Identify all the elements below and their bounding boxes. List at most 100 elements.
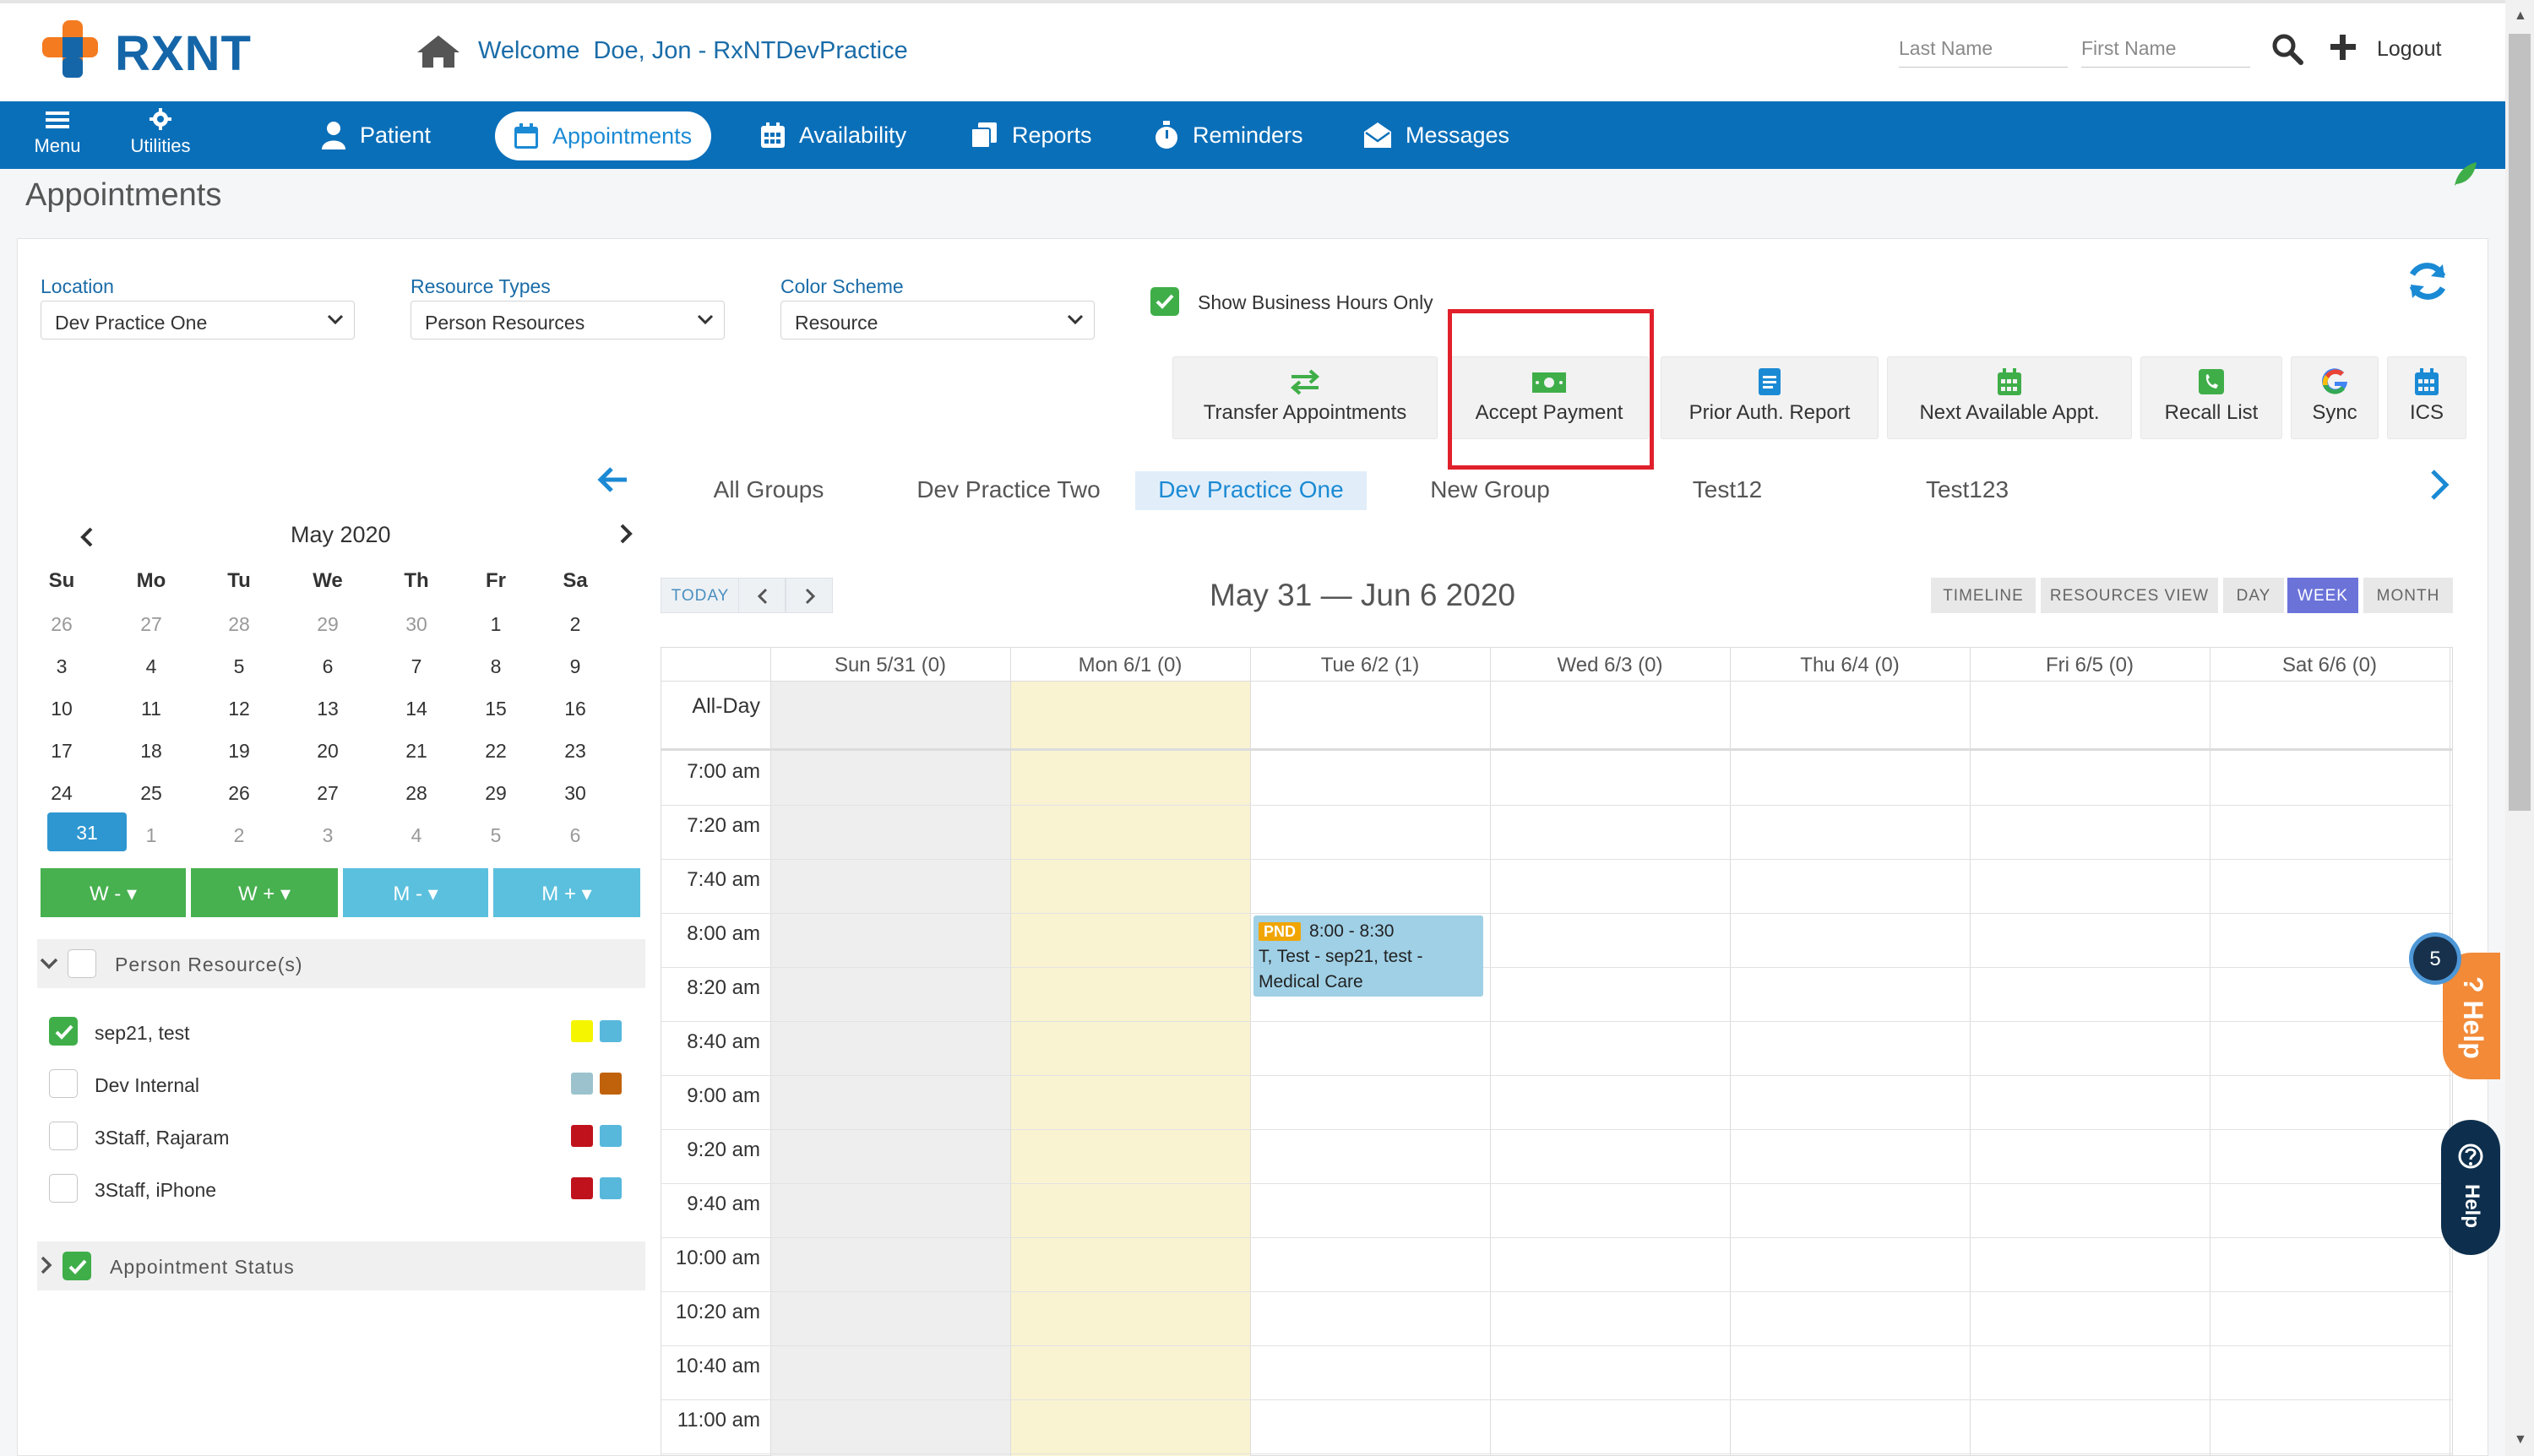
transfer-appointments-button[interactable]: Transfer Appointments <box>1172 356 1438 439</box>
nav-availability[interactable]: Availability <box>760 113 906 157</box>
last-name-input[interactable]: Last Name <box>1899 35 2068 68</box>
calendar-day[interactable]: 5 <box>214 655 264 678</box>
next-available-appt-button[interactable]: Next Available Appt. <box>1887 356 2132 439</box>
resource-types-select[interactable]: Person Resources <box>411 301 725 340</box>
chevron-right-icon[interactable] <box>39 1255 54 1275</box>
calendar-day[interactable]: 18 <box>126 740 177 763</box>
home-icon[interactable] <box>416 34 461 69</box>
calendar-day[interactable]: 3 <box>36 655 87 678</box>
calendar-day[interactable]: 27 <box>126 613 177 636</box>
calendar-day[interactable]: 10 <box>36 698 87 720</box>
refresh-icon[interactable] <box>2404 258 2451 305</box>
calendar-day[interactable]: 27 <box>302 782 353 805</box>
menu-button[interactable]: Menu <box>24 110 91 157</box>
first-name-input[interactable]: First Name <box>2081 35 2250 68</box>
calendar-day[interactable]: 16 <box>550 698 601 720</box>
calendar-day[interactable]: 22 <box>470 740 521 763</box>
ics-button[interactable]: ICS <box>2387 356 2466 439</box>
calendar-day[interactable]: 26 <box>36 613 87 636</box>
calendar-prev-button[interactable] <box>738 578 786 613</box>
resource-checkbox[interactable] <box>49 1069 78 1098</box>
search-icon[interactable] <box>2270 32 2304 66</box>
month-forward-button[interactable]: M + ▾ <box>493 868 640 917</box>
month-back-button[interactable]: M - ▾ <box>343 868 488 917</box>
prior-auth-report-button[interactable]: Prior Auth. Report <box>1661 356 1879 439</box>
calendar-day[interactable]: 6 <box>550 824 601 847</box>
calendar-day[interactable]: 23 <box>550 740 601 763</box>
calendar-day[interactable]: 2 <box>550 613 601 636</box>
group-tab-dev-practice-two[interactable]: Dev Practice Two <box>899 471 1118 510</box>
groups-prev-arrow-icon[interactable] <box>596 465 630 495</box>
mini-calendar-selected-day[interactable]: 31 <box>47 812 127 851</box>
appointment-event[interactable]: PND 8:00 - 8:30 T, Test - sep21, test - M… <box>1253 915 1483 997</box>
calendar-day[interactable]: 9 <box>550 655 601 678</box>
color-scheme-select[interactable]: Resource <box>780 301 1095 340</box>
recall-list-button[interactable]: Recall List <box>2140 356 2282 439</box>
calendar-day[interactable]: 8 <box>470 655 521 678</box>
view-timeline-button[interactable]: TIMELINE <box>1931 578 2036 613</box>
calendar-day[interactable]: 4 <box>391 824 442 847</box>
view-day-button[interactable]: DAY <box>2223 578 2284 613</box>
groups-next-chevron-icon[interactable] <box>2428 468 2451 502</box>
week-back-button[interactable]: W - ▾ <box>41 868 186 917</box>
calendar-day[interactable]: 6 <box>302 655 353 678</box>
business-hours-checkbox[interactable] <box>1150 287 1179 316</box>
group-tab-dev-practice-one[interactable]: Dev Practice One <box>1135 471 1367 510</box>
calendar-day[interactable]: 11 <box>126 698 177 720</box>
calendar-day[interactable]: 13 <box>302 698 353 720</box>
logout-link[interactable]: Logout <box>2377 37 2441 62</box>
utilities-button[interactable]: Utilities <box>118 108 203 157</box>
calendar-next-button[interactable] <box>786 578 833 613</box>
calendar-day[interactable]: 21 <box>391 740 442 763</box>
calendar-day[interactable]: 7 <box>391 655 442 678</box>
resource-checkbox[interactable] <box>49 1122 78 1150</box>
nav-messages[interactable]: Messages <box>1363 113 1509 157</box>
calendar-day[interactable]: 1 <box>126 824 177 847</box>
view-month-button[interactable]: MONTH <box>2363 578 2453 613</box>
calendar-day[interactable]: 28 <box>214 613 264 636</box>
user-practice-name[interactable]: Doe, Jon - RxNTDevPractice <box>593 37 907 64</box>
calendar-day[interactable]: 30 <box>391 613 442 636</box>
calendar-day[interactable]: 5 <box>470 824 521 847</box>
group-tab-new-group[interactable]: New Group <box>1406 471 1574 510</box>
resource-checkbox[interactable] <box>49 1017 78 1046</box>
calendar-day[interactable]: 29 <box>302 613 353 636</box>
calendar-day[interactable]: 30 <box>550 782 601 805</box>
appointment-status-checkbox[interactable] <box>63 1252 91 1280</box>
scroll-down-arrow-icon[interactable]: ▼ <box>2514 1432 2527 1448</box>
nav-appointments[interactable]: Appointments <box>495 111 711 160</box>
calendar-day[interactable]: 17 <box>36 740 87 763</box>
nav-reports[interactable]: Reports <box>970 113 1092 157</box>
help-notification-badge[interactable]: 5 <box>2409 932 2461 985</box>
location-select[interactable]: Dev Practice One <box>41 301 355 340</box>
week-forward-button[interactable]: W + ▾ <box>191 868 338 917</box>
calendar-day[interactable]: 14 <box>391 698 442 720</box>
group-tab-test12[interactable]: Test12 <box>1672 471 1782 510</box>
calendar-day[interactable]: 19 <box>214 740 264 763</box>
chevron-down-icon[interactable] <box>39 956 59 971</box>
calendar-day[interactable]: 4 <box>126 655 177 678</box>
view-week-button[interactable]: WEEK <box>2287 578 2358 613</box>
group-tab-test123[interactable]: Test123 <box>1906 471 2029 510</box>
calendar-day[interactable]: 25 <box>126 782 177 805</box>
calendar-day[interactable]: 24 <box>36 782 87 805</box>
view-resources-button[interactable]: RESOURCES VIEW <box>2041 578 2218 613</box>
scroll-up-arrow-icon[interactable]: ▲ <box>2514 8 2527 24</box>
calendar-day[interactable]: 28 <box>391 782 442 805</box>
nav-patient[interactable]: Patient <box>321 113 431 157</box>
calendar-day[interactable]: 29 <box>470 782 521 805</box>
mini-cal-next-icon[interactable] <box>617 522 635 546</box>
calendar-day[interactable]: 1 <box>470 613 521 636</box>
today-button[interactable]: TODAY <box>661 578 740 613</box>
nav-reminders[interactable]: Reminders <box>1154 113 1303 157</box>
calendar-day[interactable]: 3 <box>302 824 353 847</box>
help-widget-button[interactable]: Help <box>2441 1120 2500 1255</box>
sync-button[interactable]: Sync <box>2291 356 2379 439</box>
resource-checkbox[interactable] <box>49 1174 78 1203</box>
calendar-day[interactable]: 12 <box>214 698 264 720</box>
calendar-day[interactable]: 20 <box>302 740 353 763</box>
mini-cal-prev-icon[interactable] <box>78 525 96 549</box>
group-tab-all-groups[interactable]: All Groups <box>693 471 845 510</box>
calendar-day[interactable]: 15 <box>470 698 521 720</box>
person-resources-select-all-checkbox[interactable] <box>68 949 96 978</box>
